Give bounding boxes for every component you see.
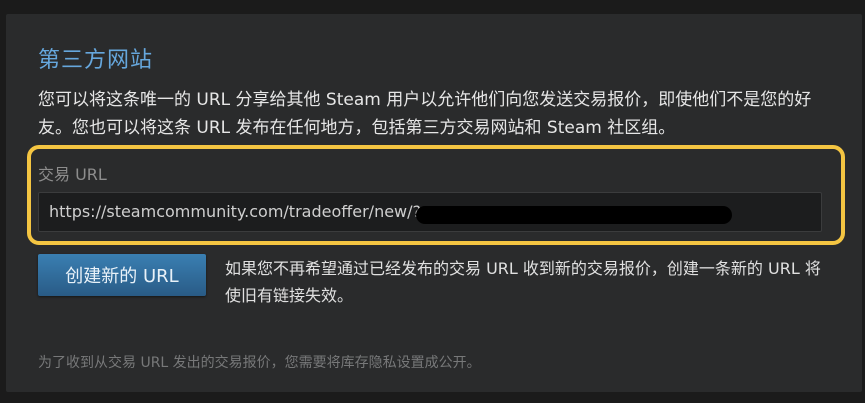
trade-url-panel: 第三方网站 您可以将这条唯一的 URL 分享给其他 Steam 用户以允许他们向… [6,14,862,392]
section-title: 第三方网站 [38,48,154,73]
create-new-url-button[interactable]: 创建新的 URL [38,254,206,296]
section-description: 您可以将这条唯一的 URL 分享给其他 Steam 用户以允许他们向您发送交易报… [38,90,812,138]
redaction-mark [416,206,732,224]
create-url-description: 如果您不再希望通过已经发布的交易 URL 收到新的交易报价，创建一条新的 URL… [225,259,821,305]
inventory-privacy-note: 为了收到从交易 URL 发出的交易报价，您需要将库存隐私设置成公开。 [38,355,481,371]
trade-url-label: 交易 URL [38,165,107,184]
